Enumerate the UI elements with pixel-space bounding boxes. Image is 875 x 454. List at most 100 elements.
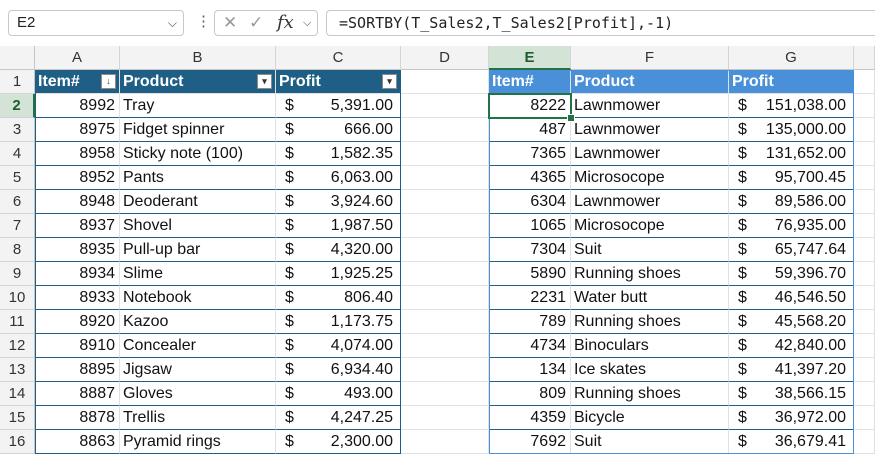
cell-blank[interactable] xyxy=(854,238,875,262)
row-header-4[interactable]: 4 xyxy=(0,142,35,166)
table2-cell-profit[interactable]: $59,396.70 xyxy=(729,262,854,286)
table1-cell-product[interactable]: Slime xyxy=(120,262,276,286)
cell-blank[interactable] xyxy=(854,430,875,454)
name-box[interactable]: E2 ⌵ xyxy=(8,10,184,36)
cell-blank[interactable] xyxy=(854,382,875,406)
table1-cell-profit[interactable]: $666.00 xyxy=(276,118,401,142)
table1-cell-product[interactable]: Shovel xyxy=(120,214,276,238)
table2-cell-product[interactable]: Ice skates xyxy=(571,358,729,382)
table1-header-itemnum[interactable]: Item# ↓ xyxy=(35,70,120,94)
cell-d1[interactable] xyxy=(401,70,489,94)
table1-cell-item[interactable]: 8948 xyxy=(35,190,120,214)
table2-cell-profit[interactable]: $42,840.00 xyxy=(729,334,854,358)
cell-d12[interactable] xyxy=(401,334,489,358)
table2-cell-profit[interactable]: $95,700.45 xyxy=(729,166,854,190)
table2-cell-profit[interactable]: $45,568.20 xyxy=(729,310,854,334)
table1-cell-product[interactable]: Pants xyxy=(120,166,276,190)
row-header-16[interactable]: 16 xyxy=(0,430,35,454)
cell-d11[interactable] xyxy=(401,310,489,334)
column-header-e[interactable]: E xyxy=(489,46,571,70)
table1-cell-item[interactable]: 8958 xyxy=(35,142,120,166)
cell-blank[interactable] xyxy=(854,286,875,310)
table1-cell-item[interactable]: 8895 xyxy=(35,358,120,382)
table1-cell-profit[interactable]: $5,391.00 xyxy=(276,94,401,118)
sort-descending-icon[interactable]: ↓ xyxy=(101,74,116,89)
table2-cell-item[interactable]: 809 xyxy=(489,382,571,406)
more-options-icon[interactable]: ⋮ xyxy=(196,12,211,32)
cell-d10[interactable] xyxy=(401,286,489,310)
row-header-5[interactable]: 5 xyxy=(0,166,35,190)
table2-cell-product[interactable]: Lawnmower xyxy=(571,190,729,214)
table1-cell-profit[interactable]: $1,987.50 xyxy=(276,214,401,238)
table2-cell-item[interactable]: 7304 xyxy=(489,238,571,262)
cell-d7[interactable] xyxy=(401,214,489,238)
table1-cell-product[interactable]: Pyramid rings xyxy=(120,430,276,454)
table1-cell-product[interactable]: Jigsaw xyxy=(120,358,276,382)
cell-blank[interactable] xyxy=(854,214,875,238)
table2-cell-product[interactable]: Running shoes xyxy=(571,382,729,406)
row-header-2[interactable]: 2 xyxy=(0,94,35,118)
table1-cell-product[interactable]: Sticky note (100) xyxy=(120,142,276,166)
table1-cell-profit[interactable]: $2,300.00 xyxy=(276,430,401,454)
table2-header-product[interactable]: Product xyxy=(571,70,729,94)
row-header-7[interactable]: 7 xyxy=(0,214,35,238)
table2-cell-item[interactable]: 134 xyxy=(489,358,571,382)
table2-cell-item[interactable]: 789 xyxy=(489,310,571,334)
table2-cell-product[interactable]: Lawnmower xyxy=(571,142,729,166)
table2-cell-item[interactable]: 6304 xyxy=(489,190,571,214)
table2-cell-item[interactable]: 4365 xyxy=(489,166,571,190)
table1-cell-product[interactable]: Pull-up bar xyxy=(120,238,276,262)
fill-handle[interactable] xyxy=(567,114,575,122)
insert-function-icon[interactable]: fx xyxy=(277,11,294,35)
column-header-b[interactable]: B xyxy=(120,46,276,70)
table2-cell-profit[interactable]: $89,586.00 xyxy=(729,190,854,214)
cell-d5[interactable] xyxy=(401,166,489,190)
table2-header-profit[interactable]: Profit xyxy=(729,70,854,94)
row-header-15[interactable]: 15 xyxy=(0,406,35,430)
table1-cell-profit[interactable]: $493.00 xyxy=(276,382,401,406)
table1-cell-profit[interactable]: $6,063.00 xyxy=(276,166,401,190)
table2-cell-profit[interactable]: $41,397.20 xyxy=(729,358,854,382)
cell-d4[interactable] xyxy=(401,142,489,166)
table1-cell-item[interactable]: 8935 xyxy=(35,238,120,262)
table2-cell-item[interactable]: 4734 xyxy=(489,334,571,358)
spreadsheet-grid[interactable]: A B C D E F G 1 2 3 4 5 6 7 8 9 10 11 12 13 14 15 16 Item# ↓ Prod… xyxy=(0,46,875,454)
table2-cell-product[interactable]: Bicycle xyxy=(571,406,729,430)
cell-blank[interactable] xyxy=(854,406,875,430)
enter-icon[interactable]: ✓ xyxy=(249,11,263,35)
table1-cell-profit[interactable]: $3,924.60 xyxy=(276,190,401,214)
cell-blank[interactable] xyxy=(854,94,875,118)
cell-blank[interactable] xyxy=(854,310,875,334)
formula-input[interactable]: =SORTBY(T_Sales2,T_Sales2[Profit],-1) xyxy=(326,10,875,36)
cell-blank[interactable] xyxy=(854,118,875,142)
table2-cell-product[interactable]: Water butt xyxy=(571,286,729,310)
table2-cell-item[interactable]: 2231 xyxy=(489,286,571,310)
table1-cell-profit[interactable]: $806.40 xyxy=(276,286,401,310)
cell-blank[interactable] xyxy=(854,358,875,382)
table1-cell-product[interactable]: Gloves xyxy=(120,382,276,406)
column-header-d[interactable]: D xyxy=(401,46,489,70)
table1-cell-profit[interactable]: $1,925.25 xyxy=(276,262,401,286)
table1-cell-item[interactable]: 8992 xyxy=(35,94,120,118)
row-header-1[interactable]: 1 xyxy=(0,70,35,94)
table1-cell-item[interactable]: 8910 xyxy=(35,334,120,358)
cell-d6[interactable] xyxy=(401,190,489,214)
filter-dropdown-icon[interactable]: ▾ xyxy=(382,74,397,89)
table1-cell-product[interactable]: Concealer xyxy=(120,334,276,358)
table2-cell-profit[interactable]: $131,652.00 xyxy=(729,142,854,166)
cell-blank[interactable] xyxy=(854,190,875,214)
cell-d9[interactable] xyxy=(401,262,489,286)
table2-cell-item[interactable]: 5890 xyxy=(489,262,571,286)
table1-cell-product[interactable]: Trellis xyxy=(120,406,276,430)
cell-blank[interactable] xyxy=(854,142,875,166)
table2-cell-product[interactable]: Suit xyxy=(571,430,729,454)
cell-d3[interactable] xyxy=(401,118,489,142)
table1-cell-item[interactable]: 8952 xyxy=(35,166,120,190)
column-header-g[interactable]: G xyxy=(729,46,854,70)
table1-cell-product[interactable]: Deoderant xyxy=(120,190,276,214)
table1-cell-item[interactable]: 8937 xyxy=(35,214,120,238)
row-header-14[interactable]: 14 xyxy=(0,382,35,406)
cancel-icon[interactable]: ✕ xyxy=(223,11,237,35)
chevron-down-icon[interactable]: ⌵ xyxy=(303,11,311,35)
table1-cell-product[interactable]: Kazoo xyxy=(120,310,276,334)
